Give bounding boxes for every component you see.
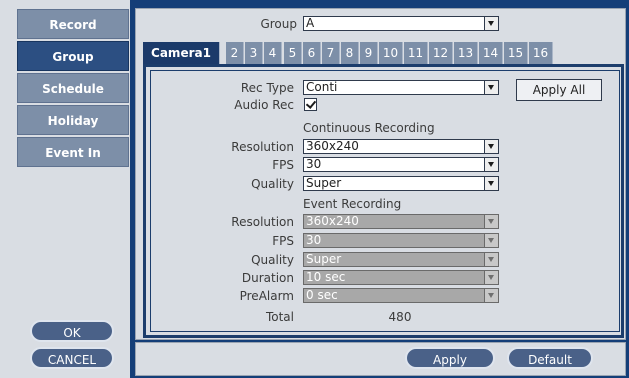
event-fps-value: 30 — [306, 233, 322, 247]
event-prealarm-select: 0 sec — [303, 288, 499, 303]
tab-camera1[interactable]: Camera1 — [143, 42, 220, 64]
sidebar-item-holiday[interactable]: Holiday — [17, 105, 129, 135]
chevron-down-icon — [484, 177, 498, 190]
tab-camera-6[interactable]: 6 — [303, 42, 321, 64]
group-label: Group — [260, 17, 297, 31]
apply-button[interactable]: Apply — [405, 347, 495, 369]
apply-all-button[interactable]: Apply All — [516, 79, 602, 101]
continuous-fps-select[interactable]: 30 — [303, 157, 499, 172]
chevron-down-icon — [484, 17, 498, 30]
sidebar-item-event-in[interactable]: Event In — [17, 137, 129, 167]
event-resolution-value: 360x240 — [306, 214, 359, 228]
sidebar-item-group[interactable]: Group — [17, 41, 129, 71]
event-duration-value: 10 sec — [306, 270, 346, 284]
continuous-fps-value: 30 — [306, 157, 322, 171]
tab-camera-4[interactable]: 4 — [264, 42, 282, 64]
group-select-value: A — [306, 16, 315, 30]
tab-camera-2[interactable]: 2 — [226, 42, 244, 64]
event-duration-label: Duration — [241, 271, 294, 285]
event-fps-select: 30 — [303, 233, 499, 248]
event-quality-select: Super — [303, 252, 499, 267]
total-value: 480 — [388, 310, 412, 324]
event-quality-label: Quality — [251, 253, 294, 267]
audio-rec-label: Audio Rec — [234, 98, 294, 112]
ok-button[interactable]: OK — [30, 320, 114, 342]
chevron-down-icon — [484, 215, 498, 228]
event-duration-select: 10 sec — [303, 270, 499, 285]
tab-camera-14[interactable]: 14 — [479, 42, 503, 64]
default-button[interactable]: Default — [507, 347, 593, 369]
tab-camera-15[interactable]: 15 — [504, 42, 528, 64]
event-prealarm-label: PreAlarm — [239, 289, 294, 303]
event-fps-label: FPS — [272, 234, 294, 248]
sidebar-item-schedule[interactable]: Schedule — [17, 73, 129, 103]
rec-type-value: Conti — [306, 80, 338, 94]
continuous-quality-select[interactable]: Super — [303, 176, 499, 191]
tab-camera-10[interactable]: 10 — [379, 42, 403, 64]
tab-camera-7[interactable]: 7 — [322, 42, 340, 64]
rec-type-label: Rec Type — [240, 81, 294, 95]
continuous-quality-label: Quality — [251, 177, 294, 191]
continuous-resolution-value: 360x240 — [306, 139, 359, 153]
tab-camera-3[interactable]: 3 — [245, 42, 263, 64]
total-label: Total — [265, 310, 294, 324]
event-quality-value: Super — [306, 252, 342, 266]
chevron-down-icon — [484, 289, 498, 302]
continuous-recording-heading: Continuous Recording — [303, 121, 435, 135]
tab-camera-5[interactable]: 5 — [284, 42, 302, 64]
tab-camera-12[interactable]: 12 — [429, 42, 453, 64]
continuous-fps-label: FPS — [272, 158, 294, 172]
chevron-down-icon — [484, 140, 498, 153]
group-select[interactable]: A — [303, 16, 499, 31]
chevron-down-icon — [484, 234, 498, 247]
continuous-resolution-select[interactable]: 360x240 — [303, 139, 499, 154]
event-resolution-label: Resolution — [231, 215, 294, 229]
sidebar-item-record[interactable]: Record — [17, 9, 129, 39]
event-prealarm-value: 0 sec — [306, 288, 338, 302]
continuous-resolution-label: Resolution — [231, 140, 294, 154]
event-resolution-select: 360x240 — [303, 214, 499, 229]
tab-camera-11[interactable]: 11 — [404, 42, 428, 64]
event-recording-heading: Event Recording — [303, 197, 402, 211]
rec-type-select[interactable]: Conti — [303, 80, 499, 95]
chevron-down-icon — [484, 81, 498, 94]
chevron-down-icon — [484, 158, 498, 171]
chevron-down-icon — [484, 253, 498, 266]
tab-camera-8[interactable]: 8 — [341, 42, 359, 64]
audio-rec-checkbox[interactable] — [304, 98, 317, 111]
tab-camera-9[interactable]: 9 — [360, 42, 378, 64]
continuous-quality-value: Super — [306, 176, 342, 190]
tab-camera-13[interactable]: 13 — [454, 42, 478, 64]
chevron-down-icon — [484, 271, 498, 284]
cancel-button[interactable]: CANCEL — [30, 347, 114, 369]
tab-camera-16[interactable]: 16 — [529, 42, 553, 64]
